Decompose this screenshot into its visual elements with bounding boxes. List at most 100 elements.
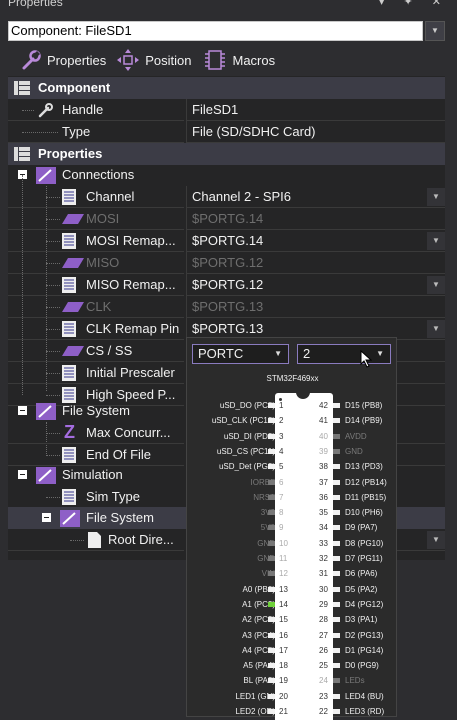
pin-lead[interactable] bbox=[268, 418, 275, 424]
pin-lead[interactable] bbox=[268, 433, 275, 439]
pin-label-right[interactable]: D6 (PA6) bbox=[345, 569, 377, 578]
pin-lead[interactable] bbox=[333, 632, 340, 638]
pin-lead[interactable] bbox=[333, 709, 340, 714]
group-connections[interactable]: Connections bbox=[8, 164, 445, 186]
miso-remap-dropdown[interactable]: ▼ bbox=[427, 276, 445, 294]
channel-label: Channel bbox=[86, 189, 135, 204]
pin-label-left[interactable]: uSD_DO (PC8) bbox=[220, 401, 275, 410]
pin-lead[interactable] bbox=[268, 448, 275, 454]
row-mosi-remap[interactable]: MOSI Remap... $PORTG.14 ▼ bbox=[8, 230, 445, 252]
pin-lead[interactable] bbox=[268, 678, 275, 684]
pin-lead[interactable] bbox=[333, 418, 340, 424]
pin-number: 5 bbox=[279, 462, 284, 472]
pin-label-right[interactable]: D9 (PA7) bbox=[345, 523, 377, 532]
pin-label-right[interactable]: D7 (PG11) bbox=[345, 554, 383, 563]
mosi-remap-dropdown[interactable]: ▼ bbox=[427, 232, 445, 250]
pin-lead[interactable] bbox=[333, 601, 340, 607]
handle-label: Handle bbox=[62, 102, 104, 117]
pin-lead[interactable] bbox=[268, 403, 275, 408]
macros-button[interactable]: Macros bbox=[202, 48, 275, 72]
channel-value[interactable]: Channel 2 - SPI6 bbox=[192, 189, 291, 204]
pin-lead[interactable] bbox=[333, 663, 340, 669]
properties-button[interactable]: Properties bbox=[20, 49, 106, 71]
window-controls[interactable]: ▾ ✦ ✕ bbox=[379, 0, 449, 10]
pin-lead[interactable] bbox=[333, 617, 340, 623]
clk-remap-value[interactable]: $PORTG.13 bbox=[192, 321, 263, 336]
pin-number: 3 bbox=[279, 431, 284, 441]
pin-number: 16 bbox=[279, 630, 288, 640]
row-miso-remap[interactable]: MISO Remap... $PORTG.12 ▼ bbox=[8, 274, 445, 296]
pin-label-right: GND bbox=[345, 446, 363, 456]
pin-lead[interactable] bbox=[268, 586, 275, 592]
pin-lead[interactable] bbox=[333, 693, 340, 699]
toolbar: Properties Position Macros bbox=[20, 46, 285, 74]
mosi-remap-value[interactable]: $PORTG.14 bbox=[192, 233, 263, 248]
pin-label-right[interactable]: D15 (PB8) bbox=[345, 401, 382, 410]
pin-label-right[interactable]: D5 (PA2) bbox=[345, 585, 377, 594]
pin-lead[interactable] bbox=[333, 464, 340, 470]
connections-label: Connections bbox=[62, 167, 135, 182]
pin-lead[interactable] bbox=[333, 510, 340, 516]
pin-label-right[interactable]: D2 (PG13) bbox=[345, 631, 383, 640]
pin-label-left[interactable]: uSD_CS (PC11) bbox=[217, 447, 275, 456]
pin-lead[interactable] bbox=[268, 601, 275, 607]
collapse-toggle[interactable] bbox=[42, 513, 51, 522]
pin-lead[interactable] bbox=[333, 479, 340, 485]
pin-label-right[interactable]: D1 (PG14) bbox=[345, 646, 383, 655]
pin-label-right[interactable]: D11 (PB15) bbox=[345, 493, 386, 502]
pin-lead[interactable] bbox=[268, 617, 275, 623]
position-button[interactable]: Position bbox=[116, 48, 192, 72]
pin-lead[interactable] bbox=[268, 693, 275, 699]
pin-label-right[interactable]: D3 (PA1) bbox=[345, 615, 377, 624]
pin-label-left[interactable]: uSD_Det (PG2) bbox=[219, 462, 275, 471]
pin-number: 25 bbox=[319, 661, 328, 671]
window-titlebar: Properties ▾ ✦ ✕ bbox=[0, 0, 457, 12]
pin-label-right[interactable]: D0 (PG9) bbox=[345, 661, 379, 670]
pin-lead[interactable] bbox=[333, 556, 340, 561]
clk-label: CLK bbox=[86, 299, 112, 314]
handle-value[interactable]: FileSD1 bbox=[192, 102, 238, 117]
port-select[interactable]: PORTC ▼ bbox=[192, 344, 289, 364]
pin-label-right[interactable]: D12 (PB14) bbox=[345, 478, 387, 487]
pin-label-right[interactable]: LED3 (RD) bbox=[345, 707, 384, 716]
row-channel[interactable]: Channel Channel 2 - SPI6 ▼ bbox=[8, 186, 445, 208]
pin-label-right[interactable]: D14 (PB9) bbox=[345, 416, 382, 425]
pin-label-left[interactable]: uSD_CLK (PC12) bbox=[212, 416, 275, 425]
row-handle[interactable]: Handle FileSD1 bbox=[8, 99, 445, 121]
pin-label-right[interactable]: D10 (PH6) bbox=[345, 508, 383, 517]
pin-lead[interactable] bbox=[333, 647, 340, 653]
pin-lead[interactable] bbox=[333, 586, 340, 592]
row-type[interactable]: Type File (SD/SDHC Card) bbox=[8, 121, 445, 143]
pin-lead[interactable] bbox=[268, 709, 275, 714]
pin-lead[interactable] bbox=[333, 494, 340, 500]
root-dir-dropdown[interactable]: ▼ bbox=[427, 531, 445, 549]
category-properties[interactable]: Properties bbox=[8, 143, 445, 165]
pin-row: uSD_DI (PD2) 3 40 AVDD bbox=[187, 430, 398, 443]
pin-lead[interactable] bbox=[333, 571, 340, 577]
wand-icon bbox=[36, 167, 56, 184]
pin-label-right[interactable]: D13 (PD3) bbox=[345, 462, 383, 471]
collapse-toggle[interactable] bbox=[18, 406, 27, 415]
pin-lead[interactable] bbox=[268, 647, 275, 653]
collapse-toggle[interactable] bbox=[18, 470, 27, 479]
pin-lead[interactable] bbox=[333, 540, 340, 546]
miso-remap-value[interactable]: $PORTG.12 bbox=[192, 277, 263, 292]
pin-select[interactable]: 2 ▼ bbox=[297, 344, 391, 364]
row-mosi: MOSI $PORTG.14 bbox=[8, 208, 445, 230]
pin-label-right[interactable]: LED4 (BU) bbox=[345, 692, 384, 701]
pin-label-right[interactable]: D4 (PG12) bbox=[345, 600, 383, 609]
pin-label-right[interactable]: D8 (PG10) bbox=[345, 539, 383, 548]
clk-remap-dropdown[interactable]: ▼ bbox=[427, 320, 445, 338]
component-select[interactable]: Component: FileSD1 bbox=[8, 21, 423, 41]
pin-lead[interactable] bbox=[333, 403, 340, 408]
pin-lead[interactable] bbox=[268, 464, 275, 470]
channel-dropdown[interactable]: ▼ bbox=[427, 188, 445, 206]
component-dropdown-button[interactable]: ▼ bbox=[425, 21, 445, 41]
pin-row: VIN1231D6 (PA6) bbox=[187, 567, 398, 580]
pin-lead[interactable] bbox=[333, 525, 340, 531]
initial-prescaler-label: Initial Prescaler bbox=[86, 365, 175, 380]
category-component[interactable]: Component bbox=[8, 77, 445, 99]
pin-lead[interactable] bbox=[268, 663, 275, 669]
wand-icon bbox=[36, 403, 56, 420]
pin-lead[interactable] bbox=[268, 632, 275, 638]
